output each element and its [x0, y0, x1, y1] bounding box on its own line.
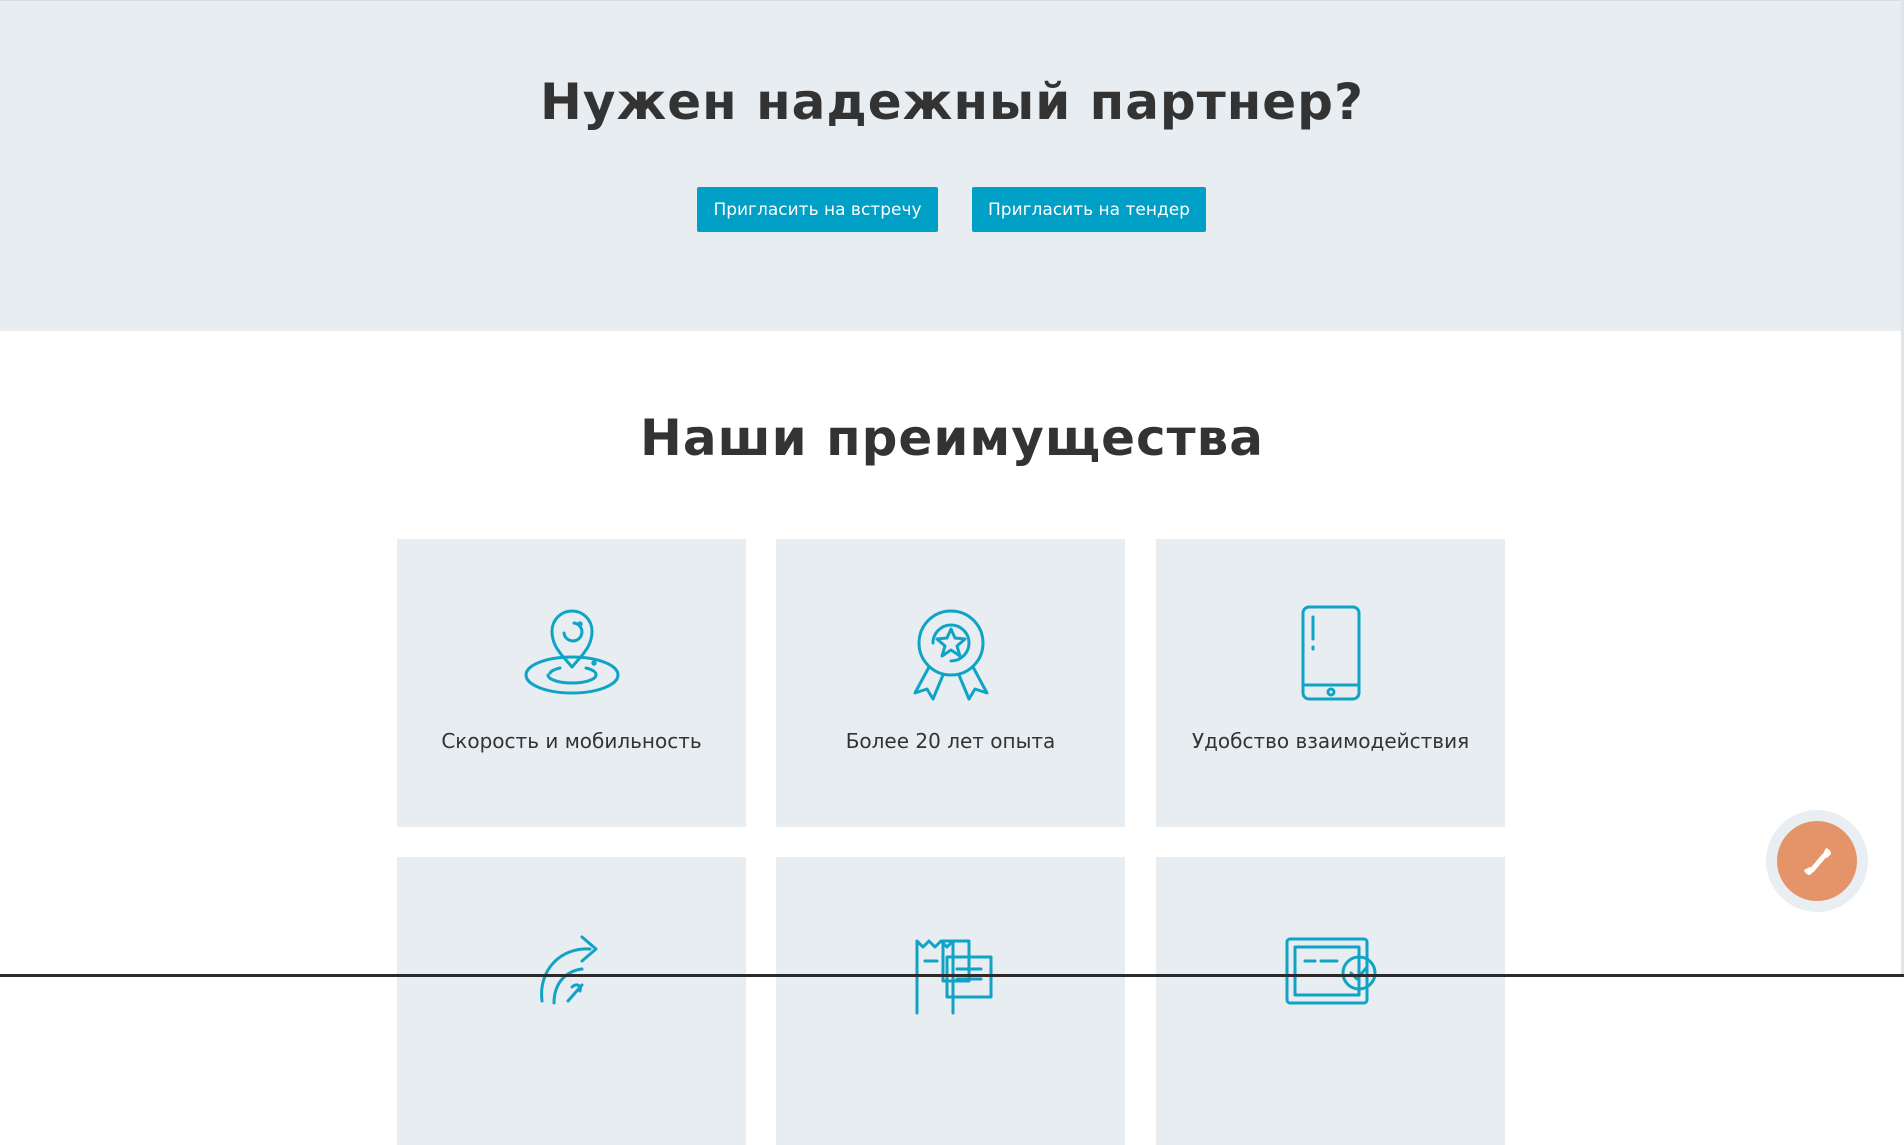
hero-section: Нужен надежный партнер? Пригласить на вс…	[0, 0, 1904, 331]
advantage-card-4	[397, 857, 746, 1145]
advantage-card-convenience: Удобство взаимодействия	[1156, 539, 1505, 827]
advantage-card-speed: Скорость и мобильность	[397, 539, 746, 827]
call-button[interactable]	[1777, 821, 1857, 901]
location-pin-icon	[524, 609, 620, 695]
invite-tender-button[interactable]: Пригласить на тендер	[972, 187, 1206, 232]
advantage-card-experience: Более 20 лет опыта	[776, 539, 1125, 827]
hero-title: Нужен надежный партнер?	[540, 73, 1364, 131]
certificate-icon	[1285, 937, 1377, 1005]
advantage-label: Скорость и мобильность	[441, 729, 702, 753]
advantage-card-5	[776, 857, 1125, 1145]
invite-meeting-button[interactable]: Пригласить на встречу	[697, 187, 938, 232]
award-ribbon-icon	[913, 609, 989, 701]
advantage-label: Более 20 лет опыта	[845, 729, 1056, 753]
advantages-title: Наши преимущества	[639, 409, 1265, 467]
advantage-label: Удобство взаимодействия	[1191, 729, 1470, 753]
advantage-card-6	[1156, 857, 1505, 1145]
refresh-arrow-icon	[540, 935, 598, 1005]
smartphone-icon	[1301, 605, 1361, 701]
documents-icon	[915, 939, 993, 1015]
phone-icon	[1804, 848, 1831, 875]
